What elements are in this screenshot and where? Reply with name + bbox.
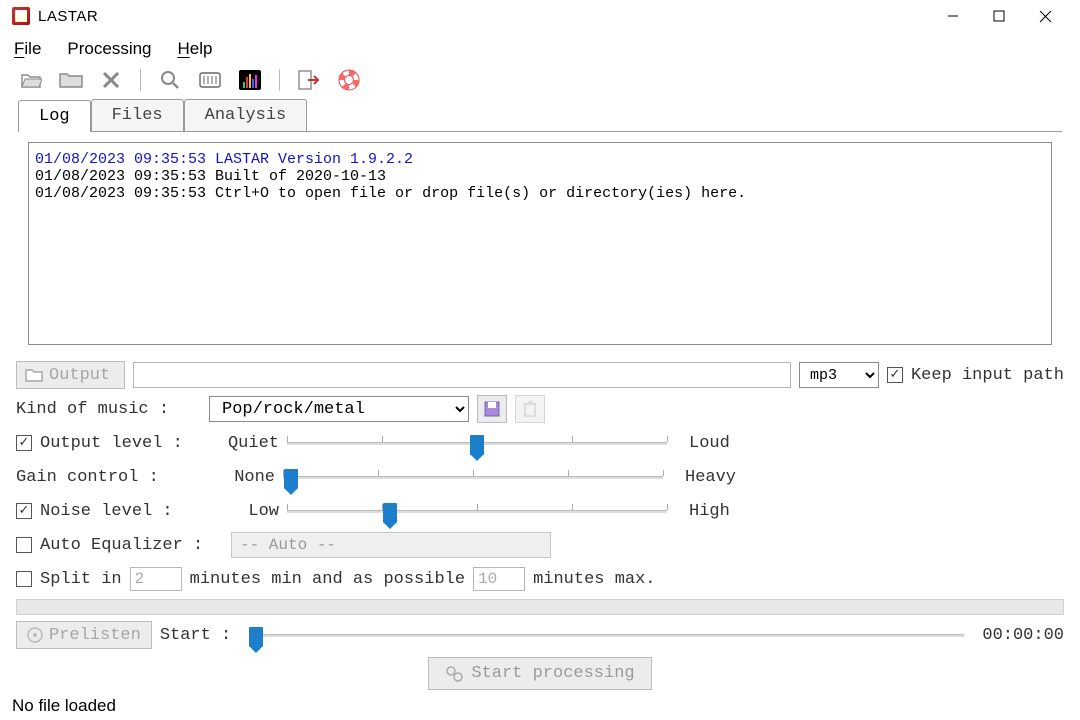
tab-row: Log Files Analysis [18, 99, 1062, 132]
exit-icon[interactable] [296, 69, 322, 91]
auto-equalizer-label: Auto Equalizer : [40, 536, 223, 555]
noise-level-left: Low [211, 502, 279, 521]
split-checkbox[interactable] [16, 571, 32, 587]
prelisten-slider[interactable] [249, 624, 964, 646]
log-line: 01/08/2023 09:35:53 Built of 2020-10-13 [35, 168, 1045, 185]
open-folder-icon[interactable] [58, 69, 84, 91]
search-icon[interactable] [157, 69, 183, 91]
auto-equalizer-checkbox[interactable] [16, 537, 32, 553]
equalizer-icon[interactable] [237, 69, 263, 91]
noise-level-slider[interactable] [287, 500, 667, 522]
toolbar-separator [279, 69, 280, 91]
log-line: 01/08/2023 09:35:53 Ctrl+O to open file … [35, 185, 1045, 202]
gears-icon [445, 665, 463, 683]
menu-processing[interactable]: Processing [67, 39, 151, 59]
gain-control-right: Heavy [685, 468, 736, 487]
output-button-label: Output [49, 366, 110, 385]
output-path-input[interactable] [133, 362, 791, 388]
menubar: File Processing Help [0, 33, 1080, 67]
window-title: LASTAR [38, 8, 930, 25]
trash-icon [523, 401, 537, 417]
app-icon [12, 7, 30, 25]
log-line: 01/08/2023 09:35:53 LASTAR Version 1.9.2… [35, 151, 1045, 168]
output-level-checkbox[interactable] [16, 435, 32, 451]
kind-of-music-label: Kind of music : [16, 400, 201, 419]
output-level-slider[interactable] [287, 432, 667, 454]
start-processing-button[interactable]: Start processing [428, 657, 651, 690]
maximize-button[interactable] [976, 1, 1022, 31]
noise-level-checkbox[interactable] [16, 503, 32, 519]
log-area[interactable]: 01/08/2023 09:35:53 LASTAR Version 1.9.2… [28, 142, 1052, 345]
output-level-right: Loud [689, 434, 730, 453]
output-level-label: Output level : [40, 434, 203, 453]
folder-icon [25, 368, 43, 382]
start-label: Start : [160, 626, 231, 645]
status-bar: No file loaded [0, 690, 1080, 720]
toolbar-separator [140, 69, 141, 91]
keep-input-path-label: Keep input path [911, 366, 1064, 385]
cancel-icon[interactable] [98, 69, 124, 91]
settings-icon[interactable] [197, 69, 223, 91]
start-processing-label: Start processing [471, 664, 634, 683]
prelisten-time: 00:00:00 [982, 626, 1064, 645]
disk-icon [484, 401, 500, 417]
output-button[interactable]: Output [16, 361, 125, 389]
tab-log[interactable]: Log [18, 100, 91, 132]
controls-panel: Output mp3 Keep input path Kind of music… [0, 355, 1080, 690]
play-disc-icon [27, 627, 43, 643]
split-min-input[interactable] [130, 567, 182, 591]
gain-control-slider[interactable] [283, 466, 663, 488]
auto-equalizer-select[interactable]: -- Auto -- [231, 532, 551, 558]
gain-control-label: Gain control : [16, 468, 199, 487]
progress-bar [16, 599, 1064, 615]
kind-of-music-select[interactable]: Pop/rock/metal [209, 396, 469, 422]
tab-analysis[interactable]: Analysis [184, 99, 308, 131]
minimize-button[interactable] [930, 1, 976, 31]
close-button[interactable] [1022, 1, 1068, 31]
noise-level-label: Noise level : [40, 502, 203, 521]
titlebar: LASTAR [0, 0, 1080, 33]
split-label: Split in [40, 570, 122, 589]
format-select[interactable]: mp3 [799, 362, 879, 388]
menu-file[interactable]: File [14, 39, 41, 59]
menu-help[interactable]: Help [178, 39, 213, 59]
split-max-input[interactable] [473, 567, 525, 591]
split-tail-label: minutes max. [533, 570, 655, 589]
help-icon[interactable] [336, 69, 362, 91]
gain-control-left: None [207, 468, 275, 487]
split-mid-label: minutes min and as possible [190, 570, 465, 589]
toolbar [0, 67, 1080, 97]
noise-level-right: High [689, 502, 730, 521]
prelisten-button[interactable]: Prelisten [16, 621, 152, 649]
save-preset-button[interactable] [477, 395, 507, 423]
delete-preset-button[interactable] [515, 395, 545, 423]
output-level-left: Quiet [211, 434, 279, 453]
tab-files[interactable]: Files [91, 99, 184, 131]
prelisten-label: Prelisten [49, 626, 141, 645]
open-file-icon[interactable] [18, 69, 44, 91]
keep-input-path-checkbox[interactable] [887, 367, 903, 383]
